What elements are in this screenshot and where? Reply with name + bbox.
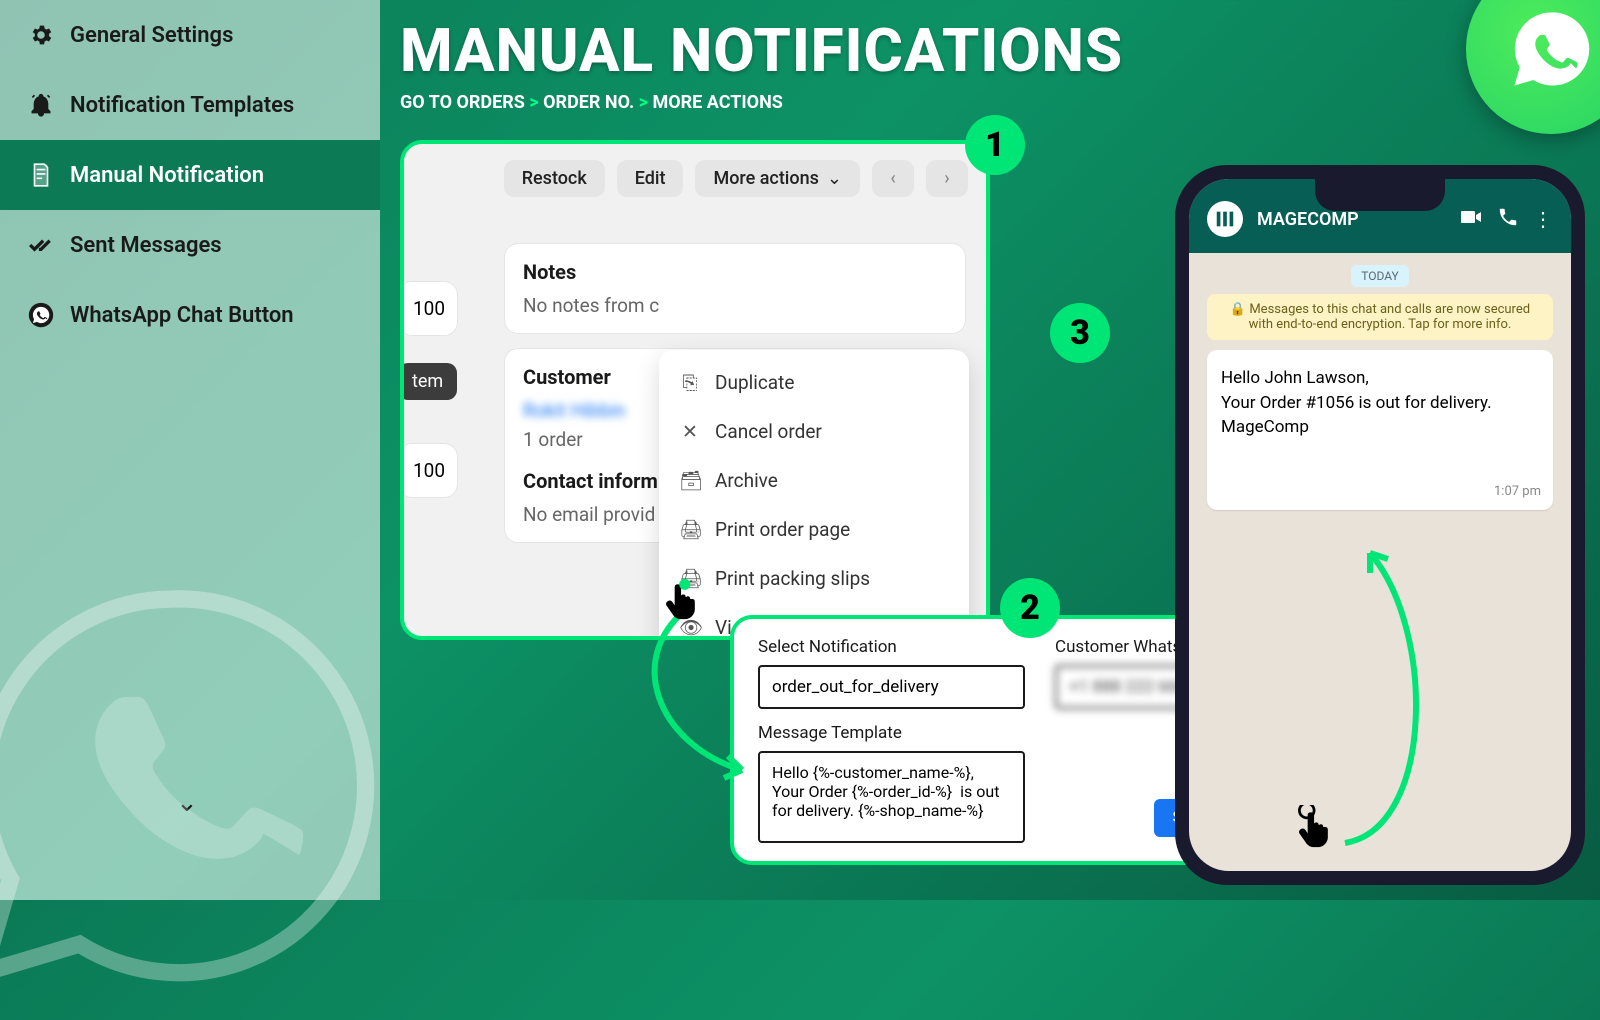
whatsapp-icon (28, 302, 54, 328)
message-template-label: Message Template (758, 723, 1025, 743)
sidebar-label: Manual Notification (70, 163, 264, 188)
menu-print-order[interactable]: 🖨 Print order page (659, 505, 969, 554)
orders-admin-panel: Restock Edit More actions ⌄ ‹ › ••• 100 … (400, 140, 990, 640)
notes-card: Notes No notes from c (504, 243, 966, 334)
menu-cancel-order[interactable]: ✕ Cancel order (659, 407, 969, 456)
double-check-icon (28, 232, 54, 258)
video-call-icon[interactable] (1459, 205, 1483, 234)
flow-arrow-icon (1325, 538, 1445, 868)
sidebar-item-general-settings[interactable]: General Settings (0, 0, 380, 70)
next-order-button[interactable]: › (926, 160, 968, 197)
sidebar-item-manual-notification[interactable]: Manual Notification (0, 140, 380, 210)
voice-call-icon[interactable] (1497, 206, 1519, 233)
breadcrumb: GO TO ORDERS > ORDER NO. > MORE ACTIONS (400, 92, 1585, 113)
sidebar-item-sent-messages[interactable]: Sent Messages (0, 210, 380, 280)
menu-label: Cancel order (715, 420, 822, 443)
select-notification-input[interactable] (758, 665, 1025, 709)
duplicate-icon: ⎘ (679, 371, 701, 394)
page-title: MANUAL NOTIFICATIONS (400, 15, 1585, 86)
message-time: 1:07 pm (1494, 483, 1541, 502)
more-actions-dropdown[interactable]: More actions ⌄ (695, 160, 860, 197)
flow-arrow-icon (642, 595, 782, 795)
prev-order-button[interactable]: ‹ (872, 160, 914, 197)
step-badge-3: 3 (1050, 303, 1110, 363)
breadcrumb-part: MORE ACTIONS (652, 92, 782, 113)
whatsapp-watermark-icon (0, 556, 400, 1020)
sidebar-label: Sent Messages (70, 233, 222, 258)
encryption-notice: 🔒 Messages to this chat and calls are no… (1207, 294, 1553, 340)
bell-icon (28, 92, 54, 118)
message-text: Hello John Lawson, Your Order #1056 is o… (1221, 368, 1492, 437)
main-area: MANUAL NOTIFICATIONS GO TO ORDERS > ORDE… (400, 15, 1585, 900)
brand-avatar (1207, 201, 1243, 237)
menu-label: Print order page (715, 518, 850, 541)
qty-stub: 100 (400, 443, 458, 498)
message-template-textarea[interactable]: Hello {%-customer_name-%}, Your Order {%… (758, 751, 1025, 843)
sidebar-item-whatsapp-chat-button[interactable]: WhatsApp Chat Button (0, 280, 380, 350)
document-icon (28, 162, 54, 188)
card-title: Notes (523, 260, 947, 284)
cursor-hand-icon (660, 577, 704, 621)
chevron-down-icon: ⌄ (827, 168, 842, 189)
step-badge-2: 2 (1000, 578, 1060, 638)
restock-button[interactable]: Restock (504, 160, 605, 197)
close-icon: ✕ (679, 420, 701, 443)
breadcrumb-sep: > (639, 92, 648, 113)
step-badge-1: 1 (965, 115, 1025, 175)
sidebar-label: WhatsApp Chat Button (70, 303, 294, 328)
menu-duplicate[interactable]: ⎘ Duplicate (659, 358, 969, 407)
sidebar: General Settings Notification Templates … (0, 0, 380, 900)
menu-archive[interactable]: 🗃 Archive (659, 456, 969, 505)
print-icon: 🖨 (679, 518, 701, 541)
archive-icon: 🗃 (679, 469, 701, 492)
breadcrumb-part: ORDER NO. (543, 92, 634, 113)
cursor-hand-icon (1293, 805, 1337, 849)
sidebar-item-notification-templates[interactable]: Notification Templates (0, 70, 380, 140)
message-bubble: Hello John Lawson, Your Order #1056 is o… (1207, 350, 1553, 510)
breadcrumb-part: GO TO ORDERS (400, 92, 525, 113)
menu-label: Print packing slips (715, 567, 870, 590)
card-body: No notes from c (523, 294, 947, 317)
qty-stub: 100 (400, 281, 458, 336)
phone-notch (1315, 179, 1445, 211)
sidebar-label: General Settings (70, 23, 233, 48)
sidebar-label: Notification Templates (70, 93, 294, 118)
select-notification-label: Select Notification (758, 637, 1025, 657)
item-button[interactable]: tem (400, 363, 457, 400)
date-divider: TODAY (1207, 265, 1553, 284)
gear-icon (28, 22, 54, 48)
edit-button[interactable]: Edit (617, 160, 684, 197)
more-actions-label: More actions (713, 168, 818, 189)
menu-label: Duplicate (715, 371, 794, 394)
menu-label: Archive (715, 469, 778, 492)
breadcrumb-sep: > (529, 92, 538, 113)
chat-title: MAGECOMP (1257, 209, 1445, 230)
kebab-menu-icon[interactable]: ⋮ (1533, 207, 1553, 231)
